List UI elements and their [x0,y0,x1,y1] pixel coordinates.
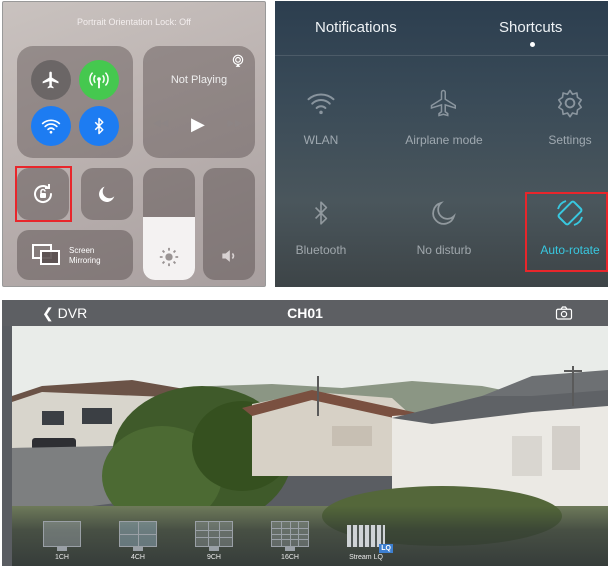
quad-grid-icon [119,521,157,547]
bluetooth-icon [94,117,104,135]
play-button[interactable]: ▶ [191,114,205,135]
camera-feed[interactable]: 1CH 4CH 9CH 16CH LQ Stream LQ [12,326,608,566]
channel-title: CH01 [287,305,323,321]
stream-quality-button[interactable]: LQ Stream LQ [342,521,393,561]
shortcut-label: Airplane mode [405,133,483,147]
fast-forward-icon: ▶▶ [227,118,243,129]
layout-4ch-button[interactable]: 4CH [114,521,162,561]
wifi-icon [307,93,335,115]
fast-forward-button[interactable]: ▶▶ [227,118,242,129]
airplane-mode-toggle[interactable] [31,60,71,100]
shortcut-airplane-mode[interactable]: Airplane mode [390,83,498,147]
shortcut-label: WLAN [303,133,339,147]
highlight-box [525,192,608,272]
screen-mirroring-button[interactable]: Screen Mirroring [17,230,133,280]
mode-label: 1CH [54,554,69,561]
gear-icon [557,89,583,118]
film-strip-icon: LQ [347,525,393,553]
wifi-icon [41,119,61,134]
dvr-header: ❮ DVR CH01 [2,300,608,326]
media-player: Not Playing ◀◀ ▶ ▶▶ [143,46,255,158]
mode-label: Stream LQ [349,554,383,561]
cellular-data-toggle[interactable] [79,60,119,100]
media-status: Not Playing [170,74,228,86]
airplay-icon[interactable] [231,54,245,68]
sixteen-grid-icon [271,521,309,547]
mode-label: 9CH [206,554,221,561]
shortcut-wlan[interactable]: WLAN [275,83,375,147]
shortcut-label: Settings [548,133,592,147]
volume-slider[interactable] [203,168,255,280]
bluetooth-toggle[interactable] [79,106,119,146]
shortcut-label: No disturb [416,243,472,257]
active-tab-indicator [530,42,535,47]
snapshot-button[interactable] [555,305,573,326]
single-screen-icon [43,521,81,547]
screen-mirroring-label: Screen Mirroring [69,246,101,265]
mode-label: 16CH [281,554,299,561]
bluetooth-icon [315,201,328,225]
play-icon: ▶ [191,114,205,134]
layout-1ch-button[interactable]: 1CH [38,521,86,561]
lq-badge: LQ [379,544,393,553]
brightness-sun-icon [159,247,179,267]
screen-mirroring-icon [32,244,60,265]
layout-16ch-button[interactable]: 16CH [266,521,314,561]
highlight-box [15,166,72,222]
shortcut-bluetooth[interactable]: Bluetooth [275,193,375,257]
airplane-icon [430,89,456,117]
shortcut-label: Bluetooth [295,243,347,257]
brightness-slider[interactable] [143,168,195,280]
rewind-button[interactable]: ◀◀ [153,118,168,129]
airplane-icon [42,71,59,89]
shortcut-settings[interactable]: Settings [516,83,608,147]
do-not-disturb-toggle[interactable] [81,168,133,220]
dvr-viewer: ❮ DVR CH01 1CH 4CH 9CH 16CH LQ Stream LQ [2,300,608,566]
camera-icon [555,306,573,320]
layout-9ch-button[interactable]: 9CH [190,521,238,561]
connectivity-group [17,46,133,158]
moon-icon [99,186,115,202]
tab-notifications[interactable]: Notifications [315,19,397,36]
ios-control-center: Portrait Orientation Lock: Off Not Playi… [2,1,266,287]
tab-shortcuts[interactable]: Shortcuts [499,19,562,36]
cellular-antenna-icon [89,72,109,89]
android-shortcuts-panel: Notifications Shortcuts WLAN Airplane mo… [275,1,608,287]
shortcut-no-disturb[interactable]: No disturb [390,193,498,257]
mode-label: 4CH [130,554,145,561]
rewind-icon: ◀◀ [153,118,169,129]
moon-icon [432,201,456,225]
nine-grid-icon [195,521,233,547]
divider [275,55,608,56]
wifi-toggle[interactable] [31,106,71,146]
speaker-icon [222,250,235,262]
orientation-lock-status: Portrait Orientation Lock: Off [77,17,191,27]
